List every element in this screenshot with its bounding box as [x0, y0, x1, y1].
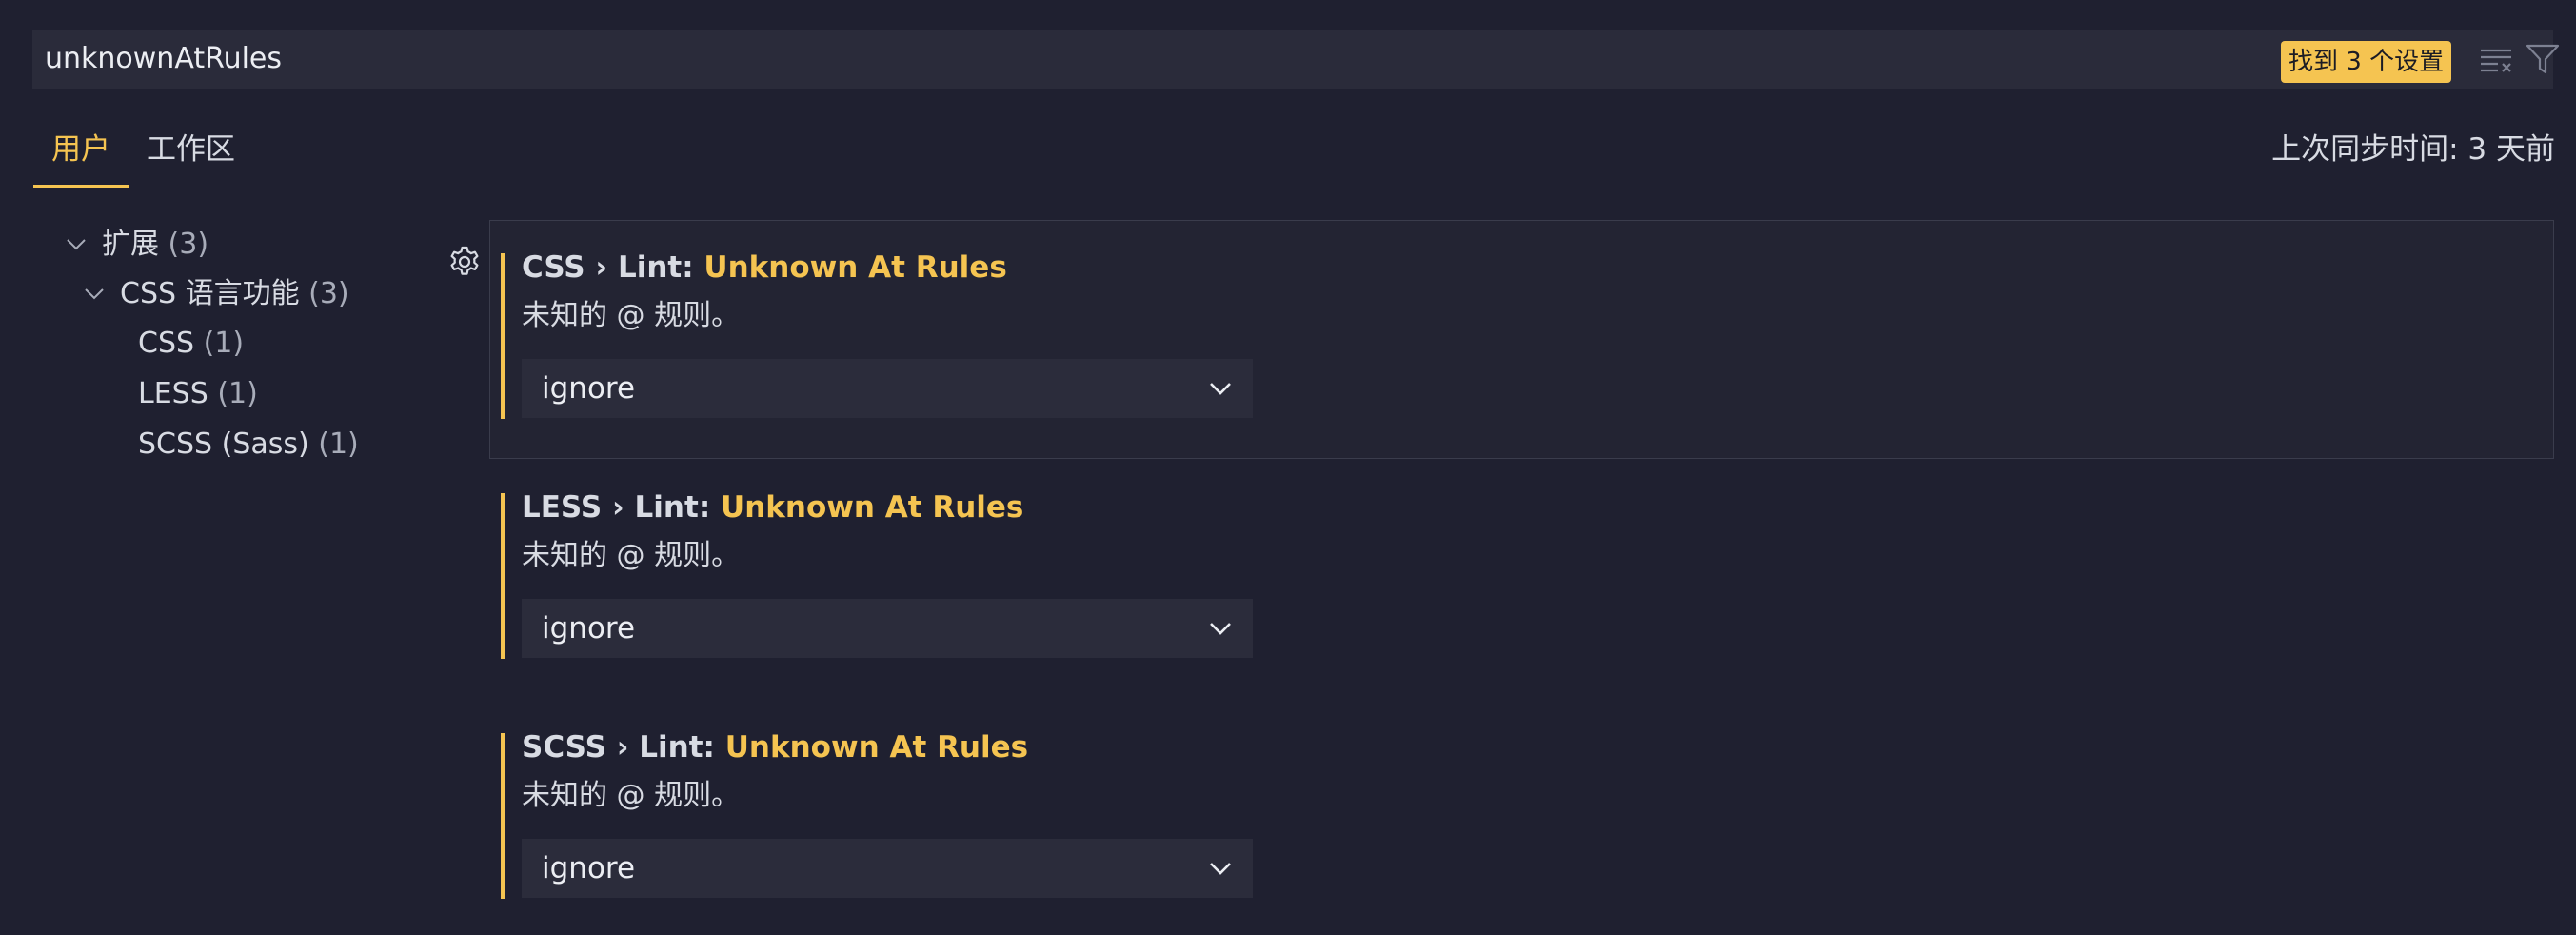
search-result-badge: 找到 3 个设置 [2281, 41, 2452, 83]
active-tab-indicator [33, 185, 129, 188]
tree-item-css-language-features[interactable]: CSS 语言功能 (3) [79, 271, 406, 317]
settings-editor: 找到 3 个设置 用户 工作区 上次同步时间: 3 天前 扩展 (3) [0, 0, 2576, 935]
select-value: ignore [542, 851, 636, 885]
tree-item-count: (3) [308, 277, 349, 310]
chevron-down-icon [67, 239, 86, 250]
setting-title: SCSS › Lint: Unknown At Rules [522, 726, 1028, 768]
tree-item-css[interactable]: CSS (1) [138, 321, 244, 367]
setting-description: 未知的 @ 规则。 [522, 779, 741, 812]
clear-filter-icon[interactable] [2479, 45, 2515, 75]
modified-indicator [501, 733, 505, 899]
tree-item-count: (1) [318, 428, 359, 461]
tree-item-label: 扩展 [102, 228, 159, 261]
setting-name: Unknown At Rules [721, 490, 1024, 525]
tree-item-label: CSS [138, 327, 195, 360]
setting-category: SCSS › Lint: [522, 730, 725, 765]
setting-select-less[interactable]: ignore [522, 599, 1253, 658]
setting-select-css[interactable]: ignore [522, 359, 1253, 418]
select-value: ignore [542, 371, 636, 406]
setting-select-scss[interactable]: ignore [522, 839, 1253, 898]
tree-item-less[interactable]: LESS (1) [138, 371, 258, 417]
chevron-down-icon [1210, 383, 1231, 395]
setting-description: 未知的 @ 规则。 [522, 299, 741, 332]
sync-status: 上次同步时间: 3 天前 [2271, 132, 2555, 167]
setting-category: LESS › Lint: [522, 490, 722, 525]
chevron-down-icon [1210, 863, 1231, 875]
chevron-down-icon [85, 288, 104, 300]
modified-indicator [501, 493, 505, 659]
tree-item-count: (1) [217, 377, 258, 410]
tree-item-label: SCSS (Sass) [138, 428, 309, 461]
tab-user[interactable]: 用户 [33, 126, 129, 173]
setting-name: Unknown At Rules [703, 250, 1007, 285]
setting-category: CSS › Lint: [522, 250, 704, 285]
settings-search-bar: 找到 3 个设置 [32, 30, 2560, 89]
setting-name: Unknown At Rules [724, 730, 1029, 765]
setting-title: LESS › Lint: Unknown At Rules [522, 487, 1023, 528]
select-value: ignore [542, 611, 636, 646]
settings-search-input[interactable] [45, 30, 1853, 89]
filter-icon[interactable] [2525, 42, 2561, 76]
tree-item-label: CSS 语言功能 [120, 277, 300, 310]
setting-title: CSS › Lint: Unknown At Rules [522, 247, 1007, 288]
tree-item-extensions[interactable]: 扩展 (3) [61, 222, 292, 268]
tree-item-count: (3) [168, 228, 209, 261]
modified-indicator [501, 253, 505, 419]
chevron-down-icon [1210, 623, 1231, 635]
tree-item-count: (1) [203, 327, 245, 360]
gear-icon[interactable] [447, 245, 482, 279]
tree-item-scss[interactable]: SCSS (Sass) (1) [138, 422, 359, 468]
tree-item-label: LESS [138, 377, 208, 410]
tab-workspace[interactable]: 工作区 [147, 126, 235, 173]
setting-description: 未知的 @ 规则。 [522, 539, 741, 572]
